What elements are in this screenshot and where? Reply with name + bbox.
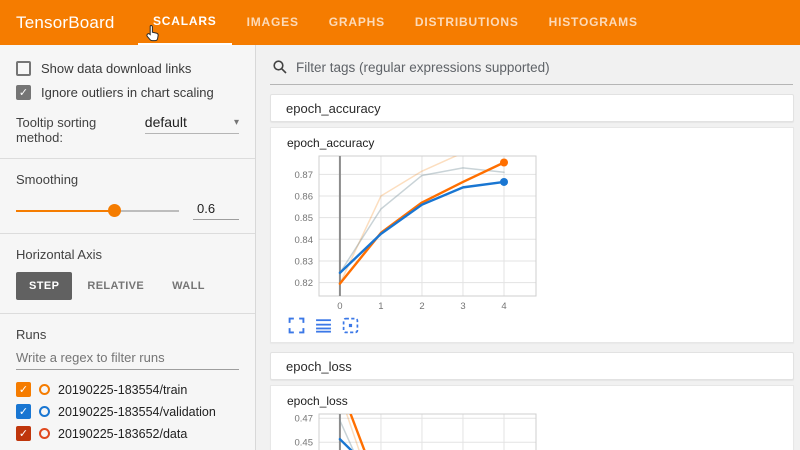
runs-filter-input[interactable]: Write a regex to filter runs [16,350,239,370]
chart-title: epoch_loss [287,394,793,408]
divider [0,313,255,314]
smoothing-thumb[interactable] [108,204,121,217]
checkbox-label: Show data download links [41,61,191,76]
svg-text:0.45: 0.45 [295,438,314,449]
run-label: 20190225-183554/validation [58,405,216,419]
runs-label: Runs [16,327,239,342]
axis-button-relative[interactable]: RELATIVE [74,272,157,300]
svg-text:0: 0 [337,301,342,312]
tooltip-sorting-value: default [145,114,187,130]
chevron-down-icon: ▾ [234,117,239,128]
log-scale-icon[interactable] [315,317,332,334]
tab-histograms[interactable]: HISTOGRAMS [534,0,653,45]
run-label: 20190225-183652/data [58,427,187,441]
run-checkbox[interactable] [16,426,31,441]
svg-text:0.83: 0.83 [295,256,314,267]
section-panel-epoch-accuracy: epoch_accuracy 0.820.830.840.850.860.870… [270,127,794,343]
checkbox-box-checked[interactable] [16,85,31,100]
svg-text:0.86: 0.86 [295,192,314,203]
run-color-swatch[interactable] [39,406,50,417]
svg-text:1: 1 [378,301,383,312]
slider-track[interactable] [16,210,179,212]
run-checkbox[interactable] [16,404,31,419]
run-checkbox[interactable] [16,382,31,397]
divider [0,158,255,159]
search-icon [272,59,288,75]
axis-button-wall[interactable]: WALL [159,272,218,300]
chart-actions [288,317,793,334]
svg-text:2: 2 [419,301,424,312]
tab-scalars[interactable]: SCALARS [138,0,232,45]
checkbox-ignore-outliers[interactable]: Ignore outliers in chart scaling [16,85,239,100]
checkbox-show-download-links[interactable]: Show data download links [16,61,239,76]
section-panel-epoch-loss: epoch_loss 0.350.370.390.410.430.450.470… [270,385,794,450]
checkbox-box-unchecked[interactable] [16,61,31,76]
axis-button-step[interactable]: STEP [16,272,72,300]
smoothing-label: Smoothing [16,172,239,187]
fit-domain-icon[interactable] [342,317,359,334]
tab-graphs[interactable]: GRAPHS [314,0,400,45]
tab-distributions[interactable]: DISTRIBUTIONS [400,0,534,45]
section-header-epoch-accuracy[interactable]: epoch_accuracy [270,94,794,122]
chart-title: epoch_accuracy [287,136,793,150]
smoothing-fill [16,210,114,212]
run-label: 20190225-183554/train [58,383,187,397]
smoothing-slider[interactable] [16,204,179,218]
run-row-validation[interactable]: 20190225-183554/validation [16,404,239,419]
app-header: TensorBoard SCALARS IMAGES GRAPHS DISTRI… [0,0,800,45]
app-title: TensorBoard [0,0,138,45]
horizontal-axis-label: Horizontal Axis [16,247,239,262]
sidebar: Show data download links Ignore outliers… [0,45,256,450]
epoch-accuracy-chart[interactable]: 0.82 0.83 0.84 0.85 0.86 0.87 0 1 2 3 4 [283,150,793,314]
svg-text:0.85: 0.85 [295,213,314,224]
run-row-train[interactable]: 20190225-183554/train [16,382,239,397]
tag-filter[interactable]: Filter tags (regular expressions support… [270,53,793,85]
run-color-swatch[interactable] [39,428,50,439]
svg-text:4: 4 [501,301,506,312]
run-color-swatch[interactable] [39,384,50,395]
svg-text:3: 3 [460,301,465,312]
svg-text:0.84: 0.84 [295,235,314,246]
svg-text:0.47: 0.47 [295,414,314,425]
section-header-epoch-loss[interactable]: epoch_loss [270,352,794,380]
divider [0,233,255,234]
expand-chart-icon[interactable] [288,317,305,334]
tab-images[interactable]: IMAGES [232,0,314,45]
svg-text:0.87: 0.87 [295,170,314,181]
tooltip-sorting-label: Tooltip sorting method: [16,115,137,145]
checkbox-label: Ignore outliers in chart scaling [41,85,214,100]
epoch-loss-chart[interactable]: 0.350.370.390.410.430.450.4701234 [283,408,793,450]
smoothing-value-input[interactable]: 0.6 [193,201,239,220]
tag-filter-placeholder: Filter tags (regular expressions support… [296,60,550,75]
main-panel: Filter tags (regular expressions support… [256,45,800,450]
run-row-data[interactable]: 20190225-183652/data [16,426,239,441]
svg-text:0.82: 0.82 [295,278,314,289]
tooltip-sorting-select[interactable]: default ▾ [145,114,239,134]
tab-bar: SCALARS IMAGES GRAPHS DISTRIBUTIONS HIST… [138,0,653,45]
